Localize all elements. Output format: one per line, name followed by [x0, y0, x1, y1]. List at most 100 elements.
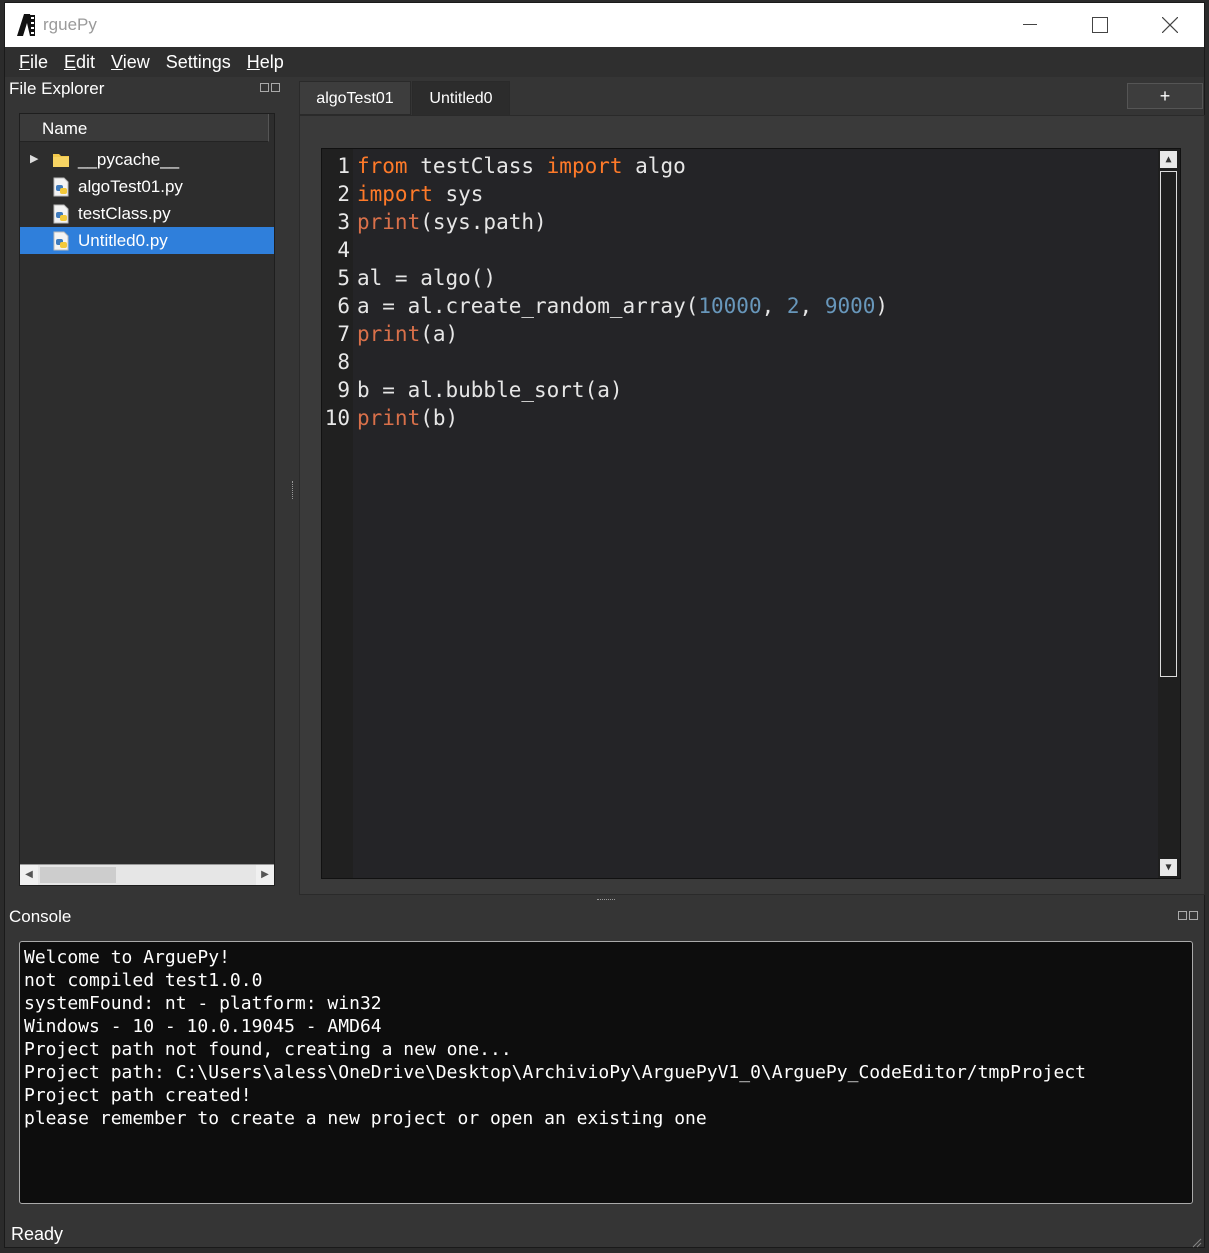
code-token: , — [761, 294, 787, 318]
float-dock-icon[interactable] — [1178, 911, 1187, 920]
menu-edit[interactable]: Edit — [64, 52, 95, 73]
line-number: 9 — [337, 378, 350, 402]
line-number: 5 — [337, 266, 350, 290]
folder-icon — [52, 150, 72, 170]
tree-item-pycache[interactable]: ▶ __pycache__ — [20, 146, 274, 173]
python-file-icon — [52, 231, 72, 251]
tab-algotest01[interactable]: algoTest01 — [299, 81, 411, 115]
console-title: Console — [9, 907, 72, 926]
line-number: 3 — [337, 210, 350, 234]
code-token: 10000 — [698, 294, 762, 318]
file-explorer-title: File Explorer — [9, 79, 105, 98]
code-line[interactable]: import sys — [357, 180, 483, 208]
code-token: 9000 — [824, 294, 876, 318]
line-number: 4 — [337, 238, 350, 262]
code-token: 2 — [786, 294, 800, 318]
window-title: rguePy — [43, 15, 97, 34]
line-number: 10 — [324, 406, 350, 430]
tree-horizontal-scrollbar[interactable]: ◀ ▶ — [20, 864, 274, 885]
menu-help[interactable]: Help — [247, 52, 284, 73]
code-token: al = algo() — [357, 266, 497, 290]
line-number: 2 — [337, 182, 350, 206]
close-window-button[interactable] — [1135, 3, 1205, 47]
menu-file[interactable]: File — [19, 52, 48, 73]
tree-column-header[interactable]: Name — [20, 114, 269, 142]
line-number: 6 — [337, 294, 350, 318]
console-line: Welcome to ArguePy! — [24, 947, 230, 968]
float-dock-icon[interactable] — [260, 83, 269, 92]
code-line[interactable]: print(sys.path) — [357, 208, 547, 236]
tree-item-untitled0[interactable]: Untitled0.py — [20, 227, 274, 254]
code-line[interactable]: print(a) — [357, 320, 458, 348]
code-editor[interactable]: 1 2 3 4 5 6 7 8 9 10 from testClass import algo im… — [321, 148, 1181, 879]
code-token: sys — [432, 182, 484, 206]
code-token: import — [357, 182, 433, 206]
code-token: import — [546, 154, 623, 178]
code-line[interactable]: a = al.create_random_array(10000, 2, 900… — [357, 292, 888, 320]
tree-item-label: algoTest01.py — [78, 177, 183, 196]
scroll-left-icon[interactable]: ◀ — [20, 865, 38, 885]
code-token: (b) — [420, 406, 459, 430]
resize-grip-icon[interactable] — [1192, 1235, 1202, 1248]
file-tree: Name ▶ __pycache__ algoTest01.py testCla… — [19, 113, 275, 886]
tree-item-label: testClass.py — [78, 204, 171, 223]
code-token: print — [357, 210, 421, 234]
code-token: print — [357, 406, 421, 430]
scroll-thumb[interactable] — [1160, 171, 1177, 677]
maximize-icon — [1092, 17, 1108, 33]
tree-item-label: __pycache__ — [78, 150, 180, 169]
scroll-right-icon[interactable]: ▶ — [256, 865, 274, 885]
code-token: (a) — [420, 322, 459, 346]
status-bar-text: Ready — [11, 1224, 64, 1244]
tree-item-testclass[interactable]: testClass.py — [20, 200, 274, 227]
expand-arrow-icon[interactable]: ▶ — [30, 146, 44, 173]
editor-vertical-scrollbar[interactable]: ▲ ▼ — [1157, 149, 1180, 878]
code-token: ) — [875, 294, 889, 318]
menu-view[interactable]: View — [111, 52, 150, 73]
tree-item-label: Untitled0.py — [78, 231, 168, 250]
line-number-gutter: 1 2 3 4 5 6 7 8 9 10 — [322, 149, 353, 878]
minimize-icon — [1023, 24, 1037, 25]
code-token: (sys.path) — [420, 210, 547, 234]
title-bar: rguePy — [5, 3, 1204, 47]
minimize-button[interactable] — [995, 3, 1065, 47]
code-token: b = al.bubble_sort(a) — [357, 378, 623, 402]
code-text-area[interactable]: from testClass import algo import sys prin… — [353, 149, 1158, 878]
close-dock-icon[interactable] — [271, 83, 280, 92]
python-file-icon — [52, 177, 72, 197]
vertical-splitter-handle[interactable] — [292, 481, 297, 499]
close-icon — [1162, 17, 1178, 33]
code-token: testClass — [407, 154, 547, 178]
close-dock-icon[interactable] — [1189, 911, 1198, 920]
menu-settings[interactable]: Settings — [166, 52, 231, 73]
code-line[interactable]: b = al.bubble_sort(a) — [357, 376, 623, 404]
app-window: rguePy File Edit View Settings Help File… — [4, 2, 1205, 1248]
code-line[interactable]: al = algo() — [357, 264, 496, 292]
console-output[interactable]: Welcome to ArguePy! not compiled test1.0… — [19, 941, 1193, 1204]
line-number: 1 — [337, 154, 350, 178]
console-line: Project path: C:\Users\aless\OneDrive\De… — [24, 1062, 1087, 1083]
tree-item-algotest01[interactable]: algoTest01.py — [20, 173, 274, 200]
add-tab-button[interactable]: + — [1127, 83, 1203, 109]
app-logo-icon — [15, 13, 37, 37]
line-number: 7 — [337, 322, 350, 346]
code-line[interactable]: print(b) — [357, 404, 458, 432]
console-line: not compiled test1.0.0 — [24, 970, 263, 991]
code-token: a = al.create_random_array( — [357, 294, 699, 318]
console-line: please remember to create a new project … — [24, 1108, 707, 1129]
scroll-up-icon[interactable]: ▲ — [1160, 151, 1177, 168]
console-line: Project path not found, creating a new o… — [24, 1039, 512, 1060]
python-file-icon — [52, 204, 72, 224]
scroll-thumb[interactable] — [40, 867, 116, 883]
console-line: systemFound: nt - platform: win32 — [24, 993, 382, 1014]
maximize-button[interactable] — [1065, 3, 1135, 47]
console-line: Project path created! — [24, 1085, 252, 1106]
code-line[interactable]: from testClass import algo — [357, 152, 686, 180]
menu-bar: File Edit View Settings Help — [5, 47, 1204, 77]
console-line: Windows - 10 - 10.0.19045 - AMD64 — [24, 1016, 382, 1037]
tab-untitled0[interactable]: Untitled0 — [412, 81, 510, 115]
code-token: from — [357, 154, 408, 178]
line-number: 8 — [337, 350, 350, 374]
horizontal-splitter-handle[interactable] — [597, 899, 615, 904]
scroll-down-icon[interactable]: ▼ — [1160, 859, 1177, 876]
